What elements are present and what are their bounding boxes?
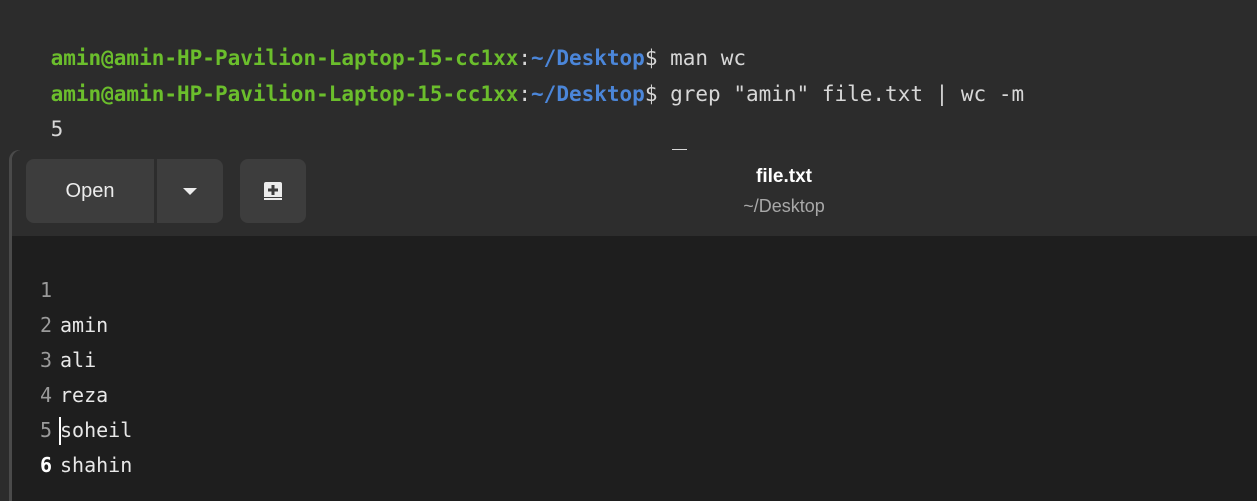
- text-line: 1 amin: [12, 238, 108, 337]
- window-title: file.txt: [756, 166, 812, 187]
- terminal-line-1: amin@amin-HP-Pavilion-Laptop-15-cc1xx:~/…: [0, 4, 746, 70]
- text-editor-window: Open file.txt ~/Desktop 1 amin 2 ali 3 r…: [12, 150, 1257, 501]
- open-button[interactable]: Open: [26, 159, 154, 223]
- window-subtitle: ~/Desktop: [743, 196, 825, 216]
- text-line-current: 6: [12, 413, 84, 477]
- open-menu-button[interactable]: [157, 159, 223, 223]
- prompt-path: ~/Desktop: [531, 82, 645, 106]
- terminal-line-4: amin@amin-HP-Pavilion-Laptop-15-cc1xx:~/…: [0, 110, 688, 177]
- prompt-dollar: $: [644, 82, 658, 106]
- text-line: 2 ali: [12, 273, 96, 372]
- text-line: 3 reza: [12, 308, 108, 407]
- text-line: 5 shahin: [12, 378, 132, 477]
- text-cursor: [59, 417, 61, 445]
- chevron-down-icon: [183, 187, 197, 195]
- new-tab-icon: [264, 182, 282, 200]
- prompt-user-host: amin@amin-HP-Pavilion-Laptop-15-cc1xx: [50, 82, 519, 106]
- header-bar: Open file.txt ~/Desktop: [12, 150, 1257, 236]
- terminal-line-3: 5: [0, 75, 64, 141]
- text-line: 4 soheil: [12, 343, 132, 442]
- prompt-colon: :: [518, 82, 532, 106]
- new-tab-button[interactable]: [240, 159, 306, 223]
- terminal-command: grep "amin" file.txt | wc -m: [657, 82, 1025, 106]
- terminal-line-2: amin@amin-HP-Pavilion-Laptop-15-cc1xx:~/…: [0, 40, 1025, 106]
- text-view[interactable]: 1 amin 2 ali 3 reza 4 soheil 5 shahin 6: [12, 236, 1257, 501]
- line-number-current: 6: [39, 453, 52, 477]
